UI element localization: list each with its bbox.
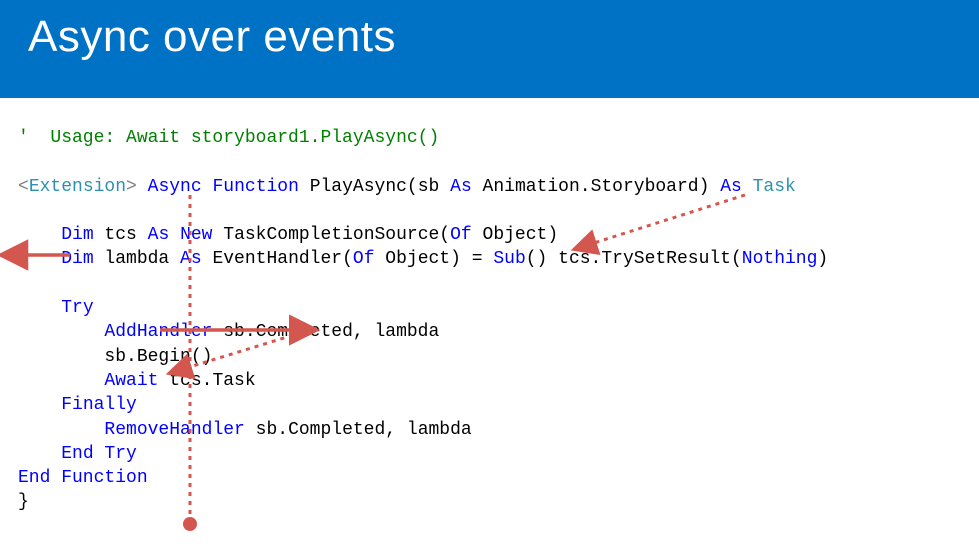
code-async-kw: Async <box>148 177 202 197</box>
code-comment-prefix: ' <box>18 128 50 148</box>
code-new-kw: New <box>180 225 212 245</box>
code-eh-type: EventHandler( <box>202 249 353 269</box>
title-bar: Async over events <box>0 0 979 98</box>
code-sub-kw: Sub <box>493 249 525 269</box>
code-removehandler-args: sb.Completed, lambda <box>245 420 472 440</box>
code-eq-sub: ) = <box>450 249 493 269</box>
code-lambda-body: () tcs.TrySetResult( <box>526 249 742 269</box>
code-task-type: Task <box>753 177 796 197</box>
slide-title: Async over events <box>28 12 951 62</box>
code-as-kw-1: As <box>450 177 472 197</box>
code-addhandler-kw: AddHandler <box>104 322 212 342</box>
code-try-word: Try <box>94 444 137 464</box>
code-function-word: Function <box>50 468 147 488</box>
code-comment: Usage: Await storyboard1.PlayAsync() <box>50 128 439 148</box>
code-nothing-kw: Nothing <box>742 249 818 269</box>
code-ext-name: Extension <box>29 177 126 197</box>
code-block: ' Usage: Await storyboard1.PlayAsync() <… <box>0 98 979 515</box>
code-brace-close: } <box>18 492 29 512</box>
code-await-expr: tcs.Task <box>158 371 255 391</box>
code-removehandler-kw: RemoveHandler <box>104 420 244 440</box>
code-dim-kw-2: Dim <box>61 249 93 269</box>
code-await-kw: Await <box>104 371 158 391</box>
code-ext-close: > <box>126 177 137 197</box>
code-close-2: ) <box>817 249 828 269</box>
code-tcs-decl: tcs <box>94 225 148 245</box>
code-end-kw-1: End <box>61 444 93 464</box>
code-addhandler-args: sb.Completed, lambda <box>212 322 439 342</box>
code-func-name: PlayAsync(sb <box>299 177 450 197</box>
code-end-kw-2: End <box>18 468 50 488</box>
code-of-kw-2: Of <box>353 249 375 269</box>
code-as-kw-3: As <box>148 225 170 245</box>
code-begin-call: sb.Begin() <box>104 347 212 367</box>
code-ext-open: < <box>18 177 29 197</box>
code-close-1: ) <box>547 225 558 245</box>
code-function-kw: Function <box>212 177 298 197</box>
code-as-kw-4: As <box>180 249 202 269</box>
code-of-kw-1: Of <box>450 225 472 245</box>
code-lambda-decl: lambda <box>94 249 180 269</box>
code-dim-kw-1: Dim <box>61 225 93 245</box>
code-as-kw-2: As <box>720 177 742 197</box>
code-finally-kw: Finally <box>61 395 137 415</box>
code-storyboard-type: Animation.Storyboard) <box>472 177 720 197</box>
code-obj-2: Object <box>375 249 451 269</box>
code-try-kw: Try <box>61 298 93 318</box>
code-obj-1: Object <box>472 225 548 245</box>
code-tcs-type: TaskCompletionSource( <box>212 225 450 245</box>
